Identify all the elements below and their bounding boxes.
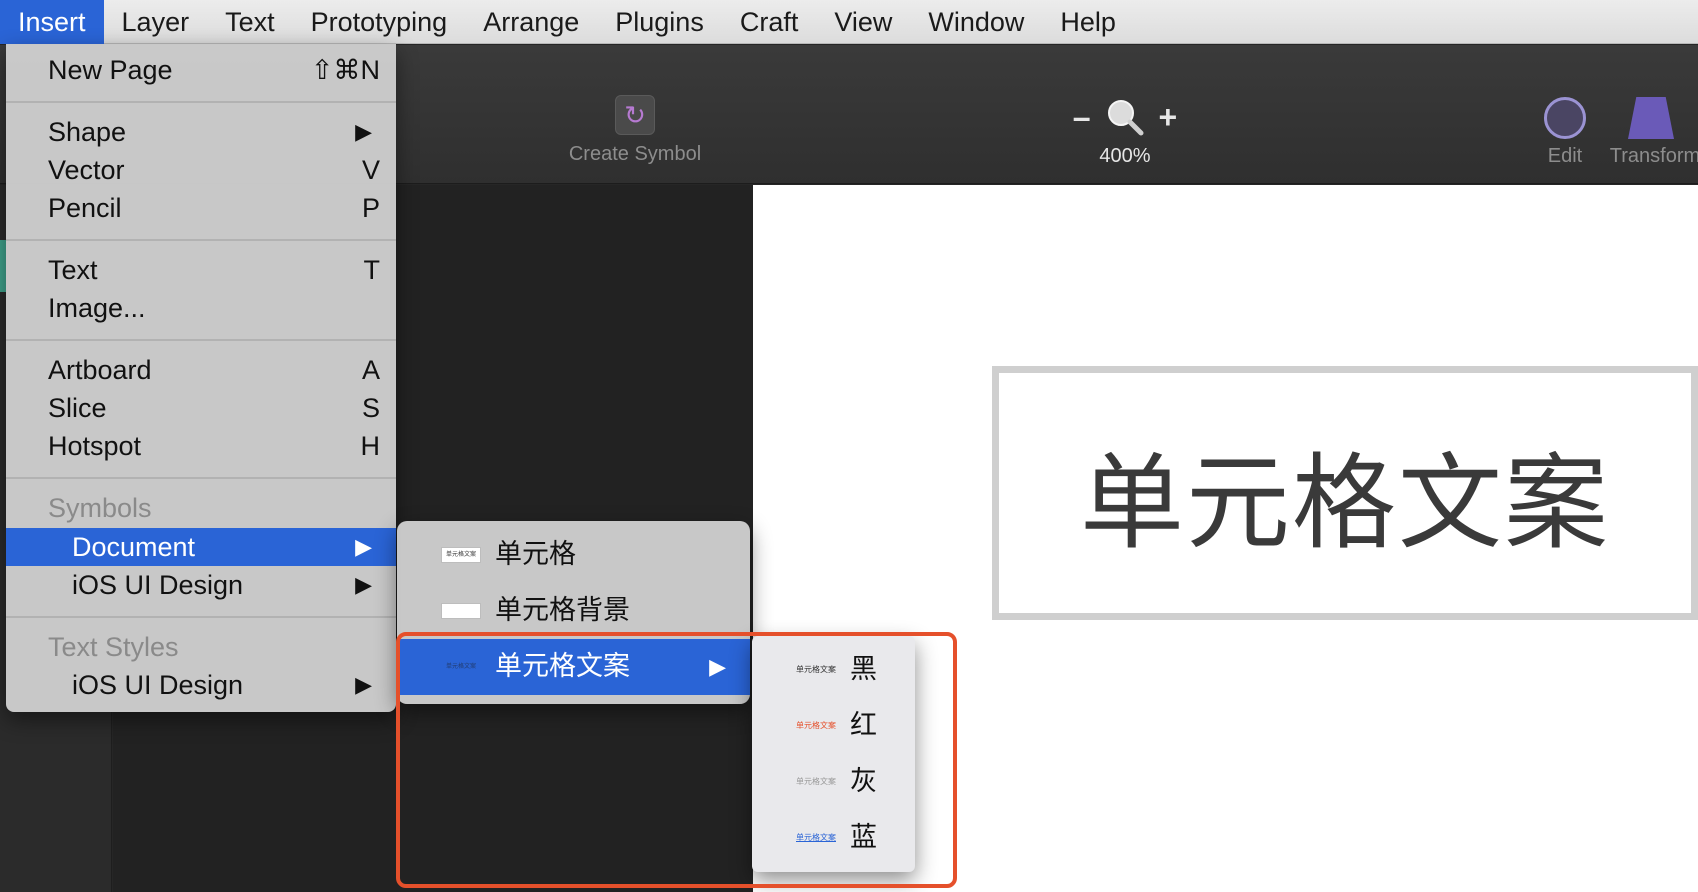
menu-item-label: Shape — [48, 117, 127, 147]
menu-item-hotspot[interactable]: Hotspot H — [6, 427, 396, 465]
variant-preview: 单元格文案 — [796, 721, 836, 730]
menu-item-label: Pencil — [48, 193, 122, 223]
menu-item-label: Vector — [48, 155, 125, 185]
menu-item-label: New Page — [48, 55, 173, 85]
menu-item-label: Hotspot — [48, 431, 142, 461]
menu-separator — [6, 101, 396, 103]
menu-bar: Insert Layer Text Prototyping Arrange Pl… — [0, 0, 1698, 44]
create-symbol-label: Create Symbol — [568, 143, 702, 165]
menu-item-ios-ui-design-text-styles[interactable]: iOS UI Design ▶ — [6, 666, 396, 704]
symbol-thumbnail — [441, 603, 481, 619]
edit-button[interactable]: Edit — [1540, 97, 1590, 168]
shortcut-label: S — [361, 393, 380, 423]
menu-arrange[interactable]: Arrange — [465, 0, 597, 44]
shortcut-label: ⇧⌘N — [310, 55, 380, 85]
menu-item-pencil[interactable]: Pencil P — [6, 189, 396, 227]
shortcut-label: P — [361, 193, 380, 223]
zoom-level: 400% — [1099, 145, 1151, 167]
menu-item-image[interactable]: Image... — [6, 289, 396, 327]
menu-separator — [6, 339, 396, 341]
menu-window[interactable]: Window — [910, 0, 1042, 44]
symbol-item-label: 单元格 — [495, 539, 576, 570]
variant-item-blue[interactable]: 单元格文案 蓝 — [752, 810, 915, 866]
symbol-thumbnail: 单元格文案 — [441, 659, 481, 675]
variant-preview: 单元格文案 — [796, 833, 836, 842]
menu-item-slice[interactable]: Slice S — [6, 389, 396, 427]
shortcut-label: H — [360, 431, 381, 461]
submenu-arrow-icon: ▶ — [355, 572, 372, 597]
menu-item-label: Artboard — [48, 355, 152, 385]
menu-text[interactable]: Text — [207, 0, 293, 44]
variant-preview: 单元格文案 — [796, 777, 836, 786]
document-symbols-submenu: 单元格文案 单元格 单元格背景 单元格文案 单元格文案 ▶ — [397, 521, 750, 704]
magnifier-icon — [1107, 100, 1144, 136]
variant-label: 蓝 — [850, 822, 877, 853]
symbol-thumbnail: 单元格文案 — [441, 547, 481, 563]
menu-item-label: iOS UI Design — [72, 570, 244, 600]
cell-symbol-instance[interactable]: 单元格文案 — [992, 366, 1698, 620]
transform-label: Transform — [1609, 145, 1698, 167]
cell-text: 单元格文案 — [1079, 441, 1610, 564]
edit-label: Edit — [1547, 145, 1583, 167]
menu-separator — [6, 239, 396, 241]
symbol-item-cell-background[interactable]: 单元格背景 — [397, 583, 750, 639]
shortcut-label: A — [361, 355, 380, 385]
zoom-control: – + 400% — [1040, 97, 1210, 168]
menu-item-label: iOS UI Design — [72, 670, 244, 700]
insert-menu: New Page ⇧⌘N Shape ▶ Vector V Pencil P T… — [6, 44, 396, 712]
menu-item-label: Slice — [48, 393, 107, 423]
submenu-arrow-icon: ▶ — [355, 119, 372, 144]
shortcut-label: V — [361, 155, 380, 185]
create-symbol-icon: ↻ — [615, 95, 655, 135]
menu-item-label: Document — [72, 532, 196, 562]
menu-item-label: Image... — [48, 293, 146, 323]
variant-preview: 单元格文案 — [796, 665, 836, 674]
menu-separator — [6, 616, 396, 618]
edit-icon — [1544, 97, 1586, 139]
symbol-item-cell-text[interactable]: 单元格文案 单元格文案 ▶ — [397, 639, 750, 695]
menu-craft[interactable]: Craft — [722, 0, 817, 44]
submenu-arrow-icon: ▶ — [709, 654, 726, 679]
menu-help[interactable]: Help — [1042, 0, 1134, 44]
symbol-item-label: 单元格背景 — [495, 595, 630, 626]
variant-item-black[interactable]: 单元格文案 黑 — [752, 642, 915, 698]
variant-item-gray[interactable]: 单元格文案 灰 — [752, 754, 915, 810]
menu-view[interactable]: View — [816, 0, 910, 44]
symbols-header: Symbols — [48, 493, 152, 523]
menu-item-label: Text — [48, 255, 98, 285]
menu-item-vector[interactable]: Vector V — [6, 151, 396, 189]
menu-item-artboard[interactable]: Artboard A — [6, 351, 396, 389]
menu-item-ios-ui-design-symbols[interactable]: iOS UI Design ▶ — [6, 566, 396, 604]
variant-label: 黑 — [850, 654, 877, 685]
menu-plugins[interactable]: Plugins — [597, 0, 722, 44]
menu-layer[interactable]: Layer — [104, 0, 208, 44]
variant-label: 红 — [850, 710, 877, 741]
symbol-item-cell[interactable]: 单元格文案 单元格 — [397, 527, 750, 583]
submenu-arrow-icon: ▶ — [355, 672, 372, 697]
zoom-in-button[interactable]: + — [1159, 97, 1178, 137]
submenu-arrow-icon: ▶ — [355, 534, 372, 559]
menu-separator — [6, 477, 396, 479]
menu-item-shape[interactable]: Shape ▶ — [6, 113, 396, 151]
zoom-out-button[interactable]: – — [1073, 97, 1091, 137]
create-symbol-button[interactable]: ↻ Create Symbol — [545, 95, 725, 166]
transform-icon — [1628, 97, 1674, 139]
text-styles-header: Text Styles — [48, 632, 179, 662]
menu-item-text[interactable]: Text T — [6, 251, 396, 289]
menu-item-document[interactable]: Document ▶ — [6, 528, 396, 566]
symbol-item-label: 单元格文案 — [495, 651, 630, 682]
shortcut-label: T — [363, 255, 381, 285]
variant-item-red[interactable]: 单元格文案 红 — [752, 698, 915, 754]
variant-label: 灰 — [850, 766, 877, 797]
cell-text-variants-submenu: 单元格文案 黑 单元格文案 红 单元格文案 灰 单元格文案 蓝 — [752, 636, 915, 872]
transform-button[interactable]: Transform — [1600, 97, 1698, 168]
menu-insert[interactable]: Insert — [0, 0, 104, 44]
menu-prototyping[interactable]: Prototyping — [293, 0, 466, 44]
menu-item-new-page[interactable]: New Page ⇧⌘N — [6, 51, 396, 89]
